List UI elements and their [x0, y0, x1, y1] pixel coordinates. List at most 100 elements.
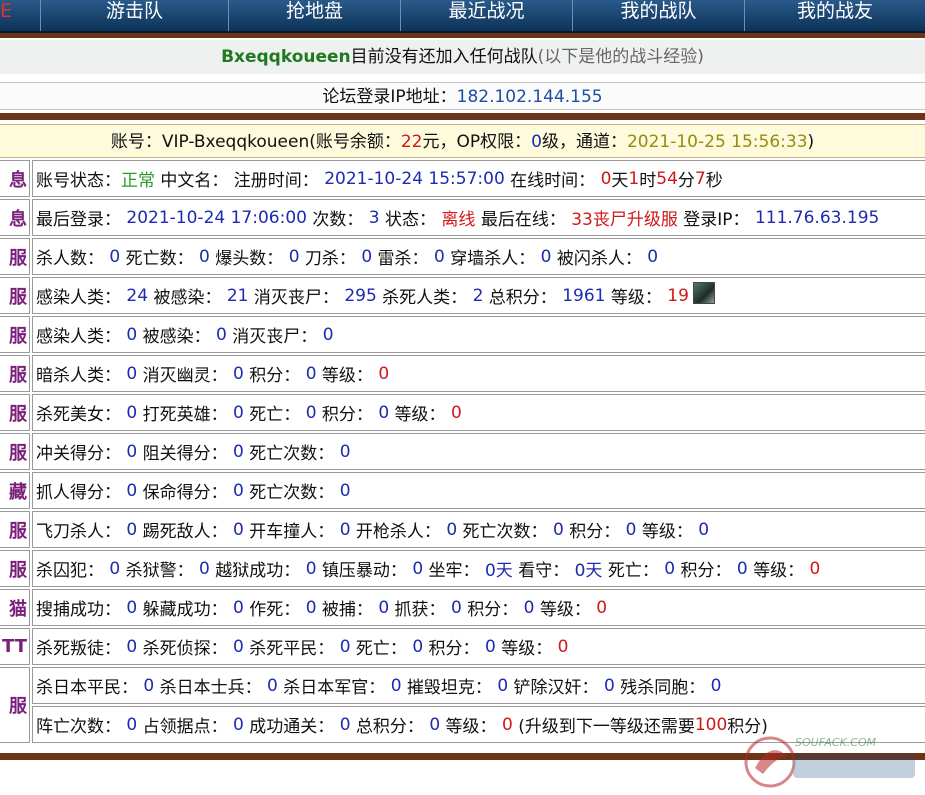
nav-item-territory[interactable]: 抢地盘 [228, 0, 400, 31]
stat-value: 0 [412, 558, 424, 579]
stat-value: 2021-10-24 15:57:00 [324, 168, 505, 189]
stat-label: 等级： [495, 639, 558, 659]
stat-value: 0 [267, 675, 278, 696]
table-row: 服杀死美女： 0 打死英雄： 0 死亡： 0 积分： 0 等级： 0 [0, 394, 925, 433]
stat-label: 铲除汉奸： [508, 678, 604, 698]
nav-item-my-team[interactable]: 我的战队 [572, 0, 744, 31]
stat-label: 被捕： [316, 600, 379, 620]
account-label: 账号：VIP-Bxeqqkoueen(账号余额： [110, 132, 401, 152]
forum-ip-row: 论坛登录IP地址：182.102.144.155 [0, 82, 925, 110]
stat-value: 0 [233, 597, 244, 618]
player-title: Bxeqqkoueen目前没有还加入任何战队(以下是他的战斗经验) [0, 40, 925, 74]
stat-value: 0 [450, 597, 462, 618]
nav-item-recent-battles[interactable]: 最近战况 [400, 0, 572, 31]
stat-value: 0 [305, 558, 317, 579]
stat-label: 等级： [316, 366, 379, 386]
stat-label: 飞刀杀人： [36, 522, 127, 542]
stat-value: 0 [126, 636, 138, 657]
row-stats: 最后登录： 2021-10-24 17:06:00 次数： 3 状态： 离线 最… [32, 199, 925, 236]
stat-label: 最后在线： [475, 210, 572, 230]
table-row: 服杀人数： 0 死亡数： 0 爆头数： 0 刀杀： 0 雷杀： 0 穿墙杀人： … [0, 238, 925, 277]
stat-label: 状态： [379, 210, 442, 230]
stat-value: 0 [450, 402, 462, 423]
site-logo-watermark: SOUFACK.COM [744, 736, 915, 788]
stat-label: 死亡次数： [457, 522, 553, 542]
stat-value: 0 [523, 597, 535, 618]
stat-value: 正常 [121, 171, 155, 191]
table-row: TT 杀死叛徒： 0 杀死侦探： 0 杀死平民： 0 死亡： 0 积分： 0 等级… [0, 628, 925, 667]
stat-label: 杀人数： [36, 249, 110, 269]
stat-label: 穿墙杀人： [444, 249, 541, 269]
stat-value: 0 [378, 363, 390, 384]
stat-label: 杀日本士兵： [154, 678, 268, 698]
stat-label: 杀日本军官： [277, 678, 391, 698]
stat-label: 搜捕成功： [36, 600, 127, 620]
row-stats: 杀人数： 0 死亡数： 0 爆头数： 0 刀杀： 0 雷杀： 0 穿墙杀人： 0… [32, 238, 925, 275]
row-category-label: 猫 [0, 589, 30, 626]
stat-label: 死亡： [602, 561, 665, 581]
battle-note: (以下是他的战斗经验) [537, 47, 704, 67]
table-row: 服感染人类： 0 被感染： 0 消灭丧尸： 0 [0, 316, 925, 355]
stat-value: 0 [199, 558, 210, 579]
stat-label: 等级： [747, 561, 810, 581]
stat-label: 踢死敌人： [137, 522, 234, 542]
stat-value: 0天 [484, 561, 513, 581]
stat-value: 0 [305, 363, 317, 384]
stat-value: 0 [603, 675, 615, 696]
stat-value: 0 [540, 246, 552, 267]
stat-label: 中文名： 注册时间： [155, 171, 325, 191]
op-level-unit: 级，通道： [541, 132, 627, 152]
stat-value: 0 [339, 480, 351, 501]
table-row: 藏抓人得分： 0 保命得分： 0 死亡次数： 0 [0, 472, 925, 511]
stat-value: 111.76.63.195 [754, 207, 880, 228]
nav-item-partial[interactable]: E [0, 0, 40, 31]
stat-value: 0 [126, 363, 138, 384]
stat-value: 0 [736, 558, 748, 579]
nav-item-guerrilla[interactable]: 游击队 [40, 0, 228, 31]
stat-value: 33丧尸升级服 [571, 210, 678, 230]
stat-value: 0 [809, 558, 821, 579]
stat-label: 阻关得分： [137, 444, 234, 464]
stat-label: 杀日本平民： [36, 678, 144, 698]
table-row: 服杀囚犯： 0 杀狱警： 0 越狱成功： 0 镇压暴动： 0 坐牢： 0天 看守… [0, 550, 925, 589]
stat-value: 0 [126, 714, 138, 735]
row-stats: 感染人类： 24 被感染： 21 消灭丧尸： 295 杀死人类： 2 总积分： … [32, 277, 925, 314]
stat-value: 0 [390, 675, 402, 696]
stats-table: 息账号状态： 正常 中文名： 注册时间： 2021-10-24 15:57:00 … [0, 160, 925, 750]
row-stats: 飞刀杀人： 0 踢死敌人： 0 开车撞人： 0 开枪杀人： 0 死亡次数： 0 … [32, 511, 925, 548]
username[interactable]: Bxeqqkoueen [221, 47, 351, 67]
stat-label: 积分： [563, 522, 626, 542]
stat-label: 死亡： [350, 639, 413, 659]
stat-value: 0 [126, 402, 138, 423]
row-stats: 杀死叛徒： 0 杀死侦探： 0 杀死平民： 0 死亡： 0 积分： 0 等级： … [32, 628, 925, 665]
stat-value: 0 [233, 480, 244, 501]
stat-value: 0 [361, 246, 373, 267]
row-category-label: 服 [0, 316, 30, 353]
stat-label: 死亡数： [120, 249, 200, 269]
stat-label: 杀死侦探： [137, 639, 234, 659]
row-category-label: 服 [0, 277, 30, 314]
stat-label: 最后登录： [36, 210, 127, 230]
stat-label: 感染人类： [36, 288, 127, 308]
stat-label: 开车撞人： [243, 522, 340, 542]
stat-label: 死亡次数： [243, 444, 340, 464]
row-stats: 抓人得分： 0 保命得分： 0 死亡次数： 0 [32, 472, 925, 509]
stat-label: 抓获： [389, 600, 451, 620]
row-category-label: 服 [0, 355, 30, 392]
row-category-label: 服 [0, 238, 30, 275]
stat-label: 消灭丧尸： [226, 327, 323, 347]
nav-item-my-friends[interactable]: 我的战友 [744, 0, 925, 31]
stat-value: 0 [647, 246, 659, 267]
stat-value: 0 [126, 597, 138, 618]
stat-label: 杀死叛徒： [36, 639, 127, 659]
account-row: 账号：VIP-Bxeqqkoueen(账号余额：22元，OP权限：0级，通道：2… [0, 124, 925, 158]
stat-value: 0 [339, 714, 351, 735]
stat-label: 总积分： [350, 717, 430, 737]
stat-label: 登录IP： [677, 210, 755, 230]
stat-label: 积分： [675, 561, 737, 581]
row-category-label: 藏 [0, 472, 30, 509]
stat-value: 0 [698, 519, 710, 540]
stat-label: 被感染： [148, 288, 227, 308]
stat-value: 0 [497, 675, 509, 696]
stat-label: 积分： [423, 639, 485, 659]
